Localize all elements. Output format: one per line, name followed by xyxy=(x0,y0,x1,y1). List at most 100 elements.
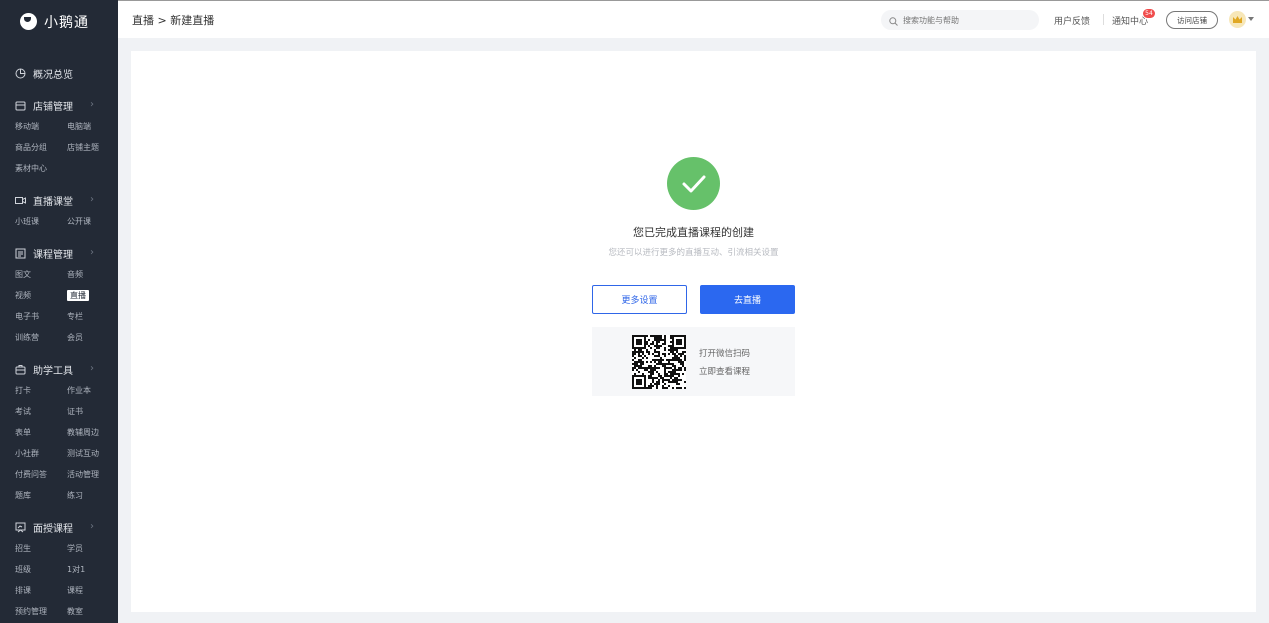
sidebar-subitem[interactable]: 测试互动 xyxy=(67,443,118,464)
qr-module xyxy=(668,379,670,381)
sidebar-subitem[interactable]: 训练营 xyxy=(15,327,67,348)
sidebar-subitem[interactable]: 练习 xyxy=(67,485,118,506)
sidebar-group-0[interactable]: 店铺管理 › xyxy=(0,94,118,116)
sidebar-subitem[interactable]: 题库 xyxy=(15,485,67,506)
chevron-right-icon: › xyxy=(90,194,94,205)
sidebar-group-1[interactable]: 直播课堂 › xyxy=(0,189,118,211)
search-input[interactable] xyxy=(903,15,1023,25)
qr-module xyxy=(674,353,676,355)
sidebar-subitem[interactable]: 活动管理 xyxy=(67,464,118,485)
qr-module xyxy=(656,387,658,389)
qr-module xyxy=(644,367,646,369)
sidebar-subitem[interactable]: 音频 xyxy=(67,264,118,285)
qr-module xyxy=(660,377,662,379)
go-live-button[interactable]: 去直播 xyxy=(700,285,795,314)
search-box[interactable] xyxy=(881,10,1039,30)
live-room-icon xyxy=(15,195,26,206)
sidebar-subitem[interactable]: 付费问答 xyxy=(15,464,67,485)
sidebar-subitem-label: 学员 xyxy=(67,544,83,553)
sidebar-group-2[interactable]: 课程管理 › xyxy=(0,242,118,264)
notification-link[interactable]: 通知中心 xyxy=(1112,14,1148,27)
sidebar-subitem[interactable]: 素材中心 xyxy=(15,158,67,179)
qr-module xyxy=(642,367,644,369)
qr-module xyxy=(680,369,682,371)
sidebar-subitem[interactable]: 商品分组 xyxy=(15,137,67,158)
sidebar-group-4[interactable]: 面授课程 › xyxy=(0,516,118,538)
sidebar-subitem-label: 考试 xyxy=(15,407,31,416)
qr-module xyxy=(652,377,654,379)
sidebar-subitem[interactable]: 视频 xyxy=(15,285,67,306)
sidebar-subitem[interactable]: 排课 xyxy=(15,580,67,601)
qr-module xyxy=(674,373,676,375)
sidebar-subitem[interactable]: 公开课 xyxy=(67,211,118,232)
qr-module xyxy=(666,363,668,365)
qr-module xyxy=(654,359,656,361)
sidebar-subitem[interactable]: 电子书 xyxy=(15,306,67,327)
sidebar-subitem[interactable]: 打卡 xyxy=(15,380,67,401)
qr-module xyxy=(678,387,680,389)
sidebar-subitem[interactable]: 直播 xyxy=(67,285,118,306)
sidebar-subitem[interactable]: 小社群 xyxy=(15,443,67,464)
qr-module xyxy=(672,357,674,359)
sidebar-subitem[interactable]: 招生 xyxy=(15,538,67,559)
qr-module xyxy=(668,345,670,347)
qr-module xyxy=(646,367,648,369)
qr-module xyxy=(664,335,666,337)
qr-module xyxy=(672,359,674,361)
qr-module xyxy=(638,361,640,363)
sidebar-group-3[interactable]: 助学工具 › xyxy=(0,358,118,380)
feedback-link[interactable]: 用户反馈 xyxy=(1054,14,1090,27)
sidebar-subitem[interactable]: 1对1 xyxy=(67,559,118,580)
sidebar-subitem-label: 活动管理 xyxy=(67,470,99,479)
sidebar-subitem[interactable]: 课程 xyxy=(67,580,118,601)
qr-module xyxy=(660,361,662,363)
qr-module xyxy=(680,355,682,357)
sidebar-subitem-label: 专栏 xyxy=(67,312,83,321)
qr-module xyxy=(674,369,676,371)
qr-module xyxy=(668,381,670,383)
chevron-down-icon[interactable] xyxy=(1248,17,1254,21)
sidebar-subitem[interactable]: 电脑端 xyxy=(67,116,118,137)
qr-module xyxy=(654,369,656,371)
qr-module xyxy=(636,363,638,365)
sidebar-subitem[interactable]: 作业本 xyxy=(67,380,118,401)
sidebar-subitem[interactable]: 表单 xyxy=(15,422,67,443)
sidebar-subitem[interactable]: 移动端 xyxy=(15,116,67,137)
qr-module xyxy=(664,337,666,339)
sidebar-subitem[interactable]: 小班课 xyxy=(15,211,67,232)
more-settings-button[interactable]: 更多设置 xyxy=(592,285,687,314)
sidebar-subitem[interactable]: 考试 xyxy=(15,401,67,422)
qr-module xyxy=(658,367,660,369)
sidebar-subitem[interactable]: 店铺主题 xyxy=(67,137,118,158)
qr-module xyxy=(678,361,680,363)
sidebar-subitem[interactable]: 会员 xyxy=(67,327,118,348)
sidebar-subitem[interactable]: 预约管理 xyxy=(15,601,67,622)
qr-module xyxy=(664,343,666,345)
sidebar-subitem-label: 素材中心 xyxy=(15,164,47,173)
sidebar-subitem[interactable]: 学员 xyxy=(67,538,118,559)
sidebar-subitem[interactable]: 教室 xyxy=(67,601,118,622)
qr-module xyxy=(642,373,644,375)
sidebar-subitem[interactable]: 图文 xyxy=(15,264,67,285)
qr-module xyxy=(670,363,672,365)
qr-module xyxy=(652,381,654,383)
sidebar-subitem[interactable]: 专栏 xyxy=(67,306,118,327)
app-logo[interactable]: 小鹅通 xyxy=(0,0,118,43)
qr-module xyxy=(662,343,664,345)
qr-module xyxy=(636,351,638,353)
qr-module xyxy=(664,353,666,355)
qr-module xyxy=(662,359,664,361)
visit-store-button[interactable]: 访问店铺 xyxy=(1166,11,1218,29)
sidebar-subitems: 图文 音频 视频 直播电子书 专栏 训练营 会员 xyxy=(0,264,118,348)
sidebar-item-overview[interactable]: 概况总览 xyxy=(0,62,118,84)
sidebar-subitem[interactable]: 班级 xyxy=(15,559,67,580)
sidebar-subitem[interactable]: 教辅周边 xyxy=(67,422,118,443)
avatar[interactable] xyxy=(1229,11,1246,28)
sidebar: 小鹅通 概况总览 店铺管理 › 移动端 电脑端 商品分组 店铺主题 素材中心 直播课堂 › 小班课… xyxy=(0,0,118,623)
sidebar-subitem-label: 班级 xyxy=(15,565,31,574)
sidebar-subitem[interactable]: 证书 xyxy=(67,401,118,422)
qr-module xyxy=(664,367,666,369)
sidebar-subitem-label: 电子书 xyxy=(15,312,39,321)
sidebar-group-label: 店铺管理 xyxy=(33,101,73,113)
qr-module xyxy=(652,385,654,387)
